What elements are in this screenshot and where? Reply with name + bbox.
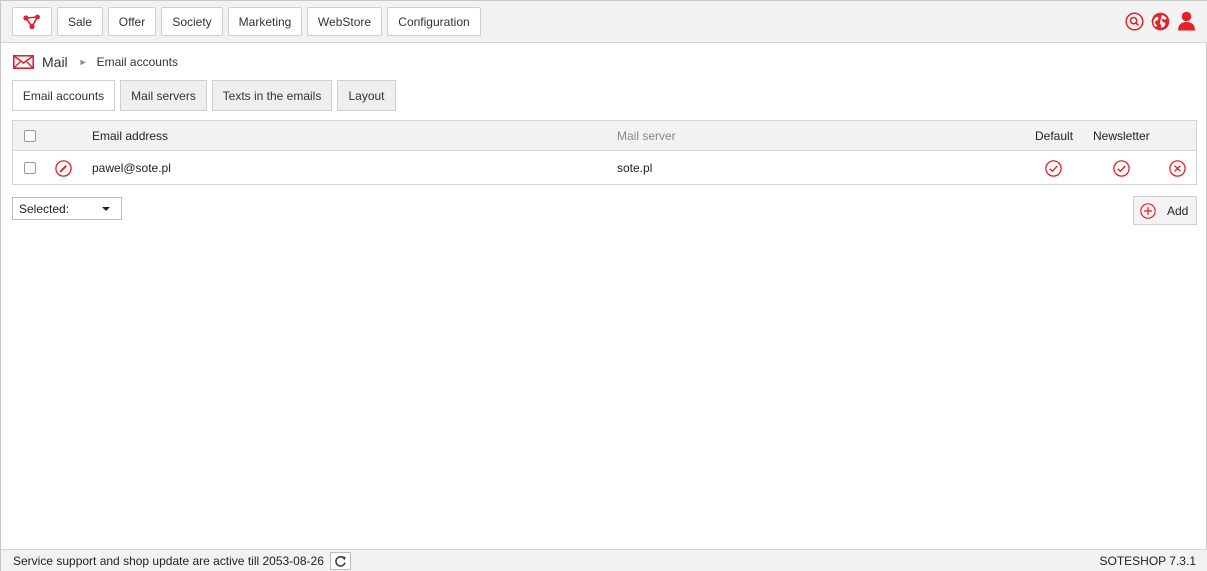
status-footer: Service support and shop update are acti… — [1, 549, 1207, 571]
nav-configuration[interactable]: Configuration — [387, 7, 481, 36]
edit-pencil-icon[interactable] — [55, 159, 72, 177]
nav-offer[interactable]: Offer — [108, 7, 156, 36]
email-address-cell[interactable]: pawel@sote.pl — [92, 151, 171, 185]
breadcrumb-section-mail[interactable]: Mail — [42, 54, 68, 70]
tab-email-accounts[interactable]: Email accounts — [12, 80, 115, 111]
tab-texts-in-emails[interactable]: Texts in the emails — [212, 80, 332, 111]
row-select-checkbox[interactable] — [24, 162, 36, 174]
add-account-button[interactable]: Add — [1133, 196, 1197, 225]
column-header-email[interactable]: Email address — [92, 121, 168, 151]
mail-envelope-icon — [13, 55, 34, 69]
column-header-newsletter: Newsletter — [1093, 129, 1150, 143]
app-window: Sale Offer Society Marketing WebStore Co… — [0, 0, 1207, 571]
select-all-checkbox[interactable] — [24, 130, 36, 142]
app-version: SOTESHOP 7.3.1 — [1099, 554, 1197, 568]
soteshop-logo-icon — [23, 14, 40, 29]
table-header: Email address Mail server Default Newsle… — [13, 121, 1196, 151]
home-logo-button[interactable] — [12, 7, 52, 36]
email-accounts-table: Email address Mail server Default Newsle… — [12, 120, 1197, 185]
default-status-cell — [1045, 151, 1062, 185]
nav-webstore[interactable]: WebStore — [307, 7, 382, 36]
newsletter-status-cell — [1113, 151, 1130, 185]
user-account-icon[interactable] — [1176, 11, 1196, 31]
tab-mail-servers[interactable]: Mail servers — [120, 80, 207, 111]
refresh-icon — [335, 555, 346, 567]
mail-server-cell: sote.pl — [617, 161, 653, 175]
refresh-button[interactable] — [330, 552, 351, 570]
top-navigation: Sale Offer Society Marketing WebStore Co… — [1, 1, 1207, 43]
check-circle-icon[interactable] — [1113, 159, 1130, 177]
nav-marketing[interactable]: Marketing — [228, 7, 302, 36]
breadcrumb: Mail ► Email accounts — [13, 53, 178, 71]
search-icon[interactable] — [1124, 11, 1144, 31]
column-header-default: Default — [1035, 129, 1074, 143]
row-select-cell — [24, 151, 36, 185]
service-status-text: Service support and shop update are acti… — [13, 554, 324, 568]
breadcrumb-separator-icon: ► — [78, 57, 88, 67]
chevron-down-icon — [102, 207, 110, 211]
plus-circle-icon — [1140, 202, 1156, 219]
globe-icon[interactable] — [1150, 11, 1170, 31]
top-right-toolbar — [1124, 11, 1196, 31]
bulk-action-select[interactable]: Selected: — [12, 197, 122, 220]
edit-cell — [55, 151, 72, 185]
delete-cell — [1169, 151, 1186, 185]
tab-layout[interactable]: Layout — [337, 80, 396, 111]
delete-x-circle-icon[interactable] — [1169, 159, 1186, 177]
add-button-label: Add — [1167, 203, 1189, 218]
nav-society[interactable]: Society — [161, 7, 223, 36]
check-circle-icon[interactable] — [1045, 159, 1062, 177]
breadcrumb-current: Email accounts — [96, 55, 178, 69]
select-all-cell — [24, 121, 36, 151]
column-header-mail-server[interactable]: Mail server — [617, 121, 676, 151]
bulk-action-label: Selected: — [19, 201, 70, 216]
nav-sale[interactable]: Sale — [57, 7, 103, 36]
